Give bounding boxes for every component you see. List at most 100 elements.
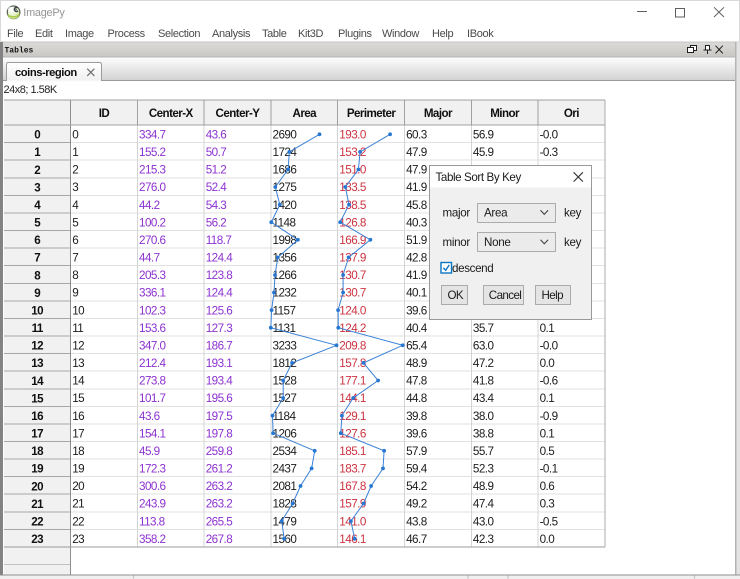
svg-text:59.4: 59.4 <box>406 463 428 476</box>
svg-text:46.7: 46.7 <box>406 533 427 546</box>
svg-text:1184: 1184 <box>273 410 297 423</box>
svg-text:215.3: 215.3 <box>139 164 166 177</box>
svg-text:File: File <box>7 28 24 40</box>
svg-text:9: 9 <box>72 287 78 300</box>
svg-text:51.9: 51.9 <box>406 234 427 247</box>
svg-text:48.9: 48.9 <box>473 480 494 493</box>
svg-text:-0.0: -0.0 <box>540 340 559 353</box>
svg-text:113.8: 113.8 <box>139 515 165 528</box>
svg-text:key: key <box>564 207 582 220</box>
svg-text:1148: 1148 <box>273 216 296 229</box>
svg-text:22: 22 <box>31 515 43 528</box>
svg-text:52.3: 52.3 <box>473 463 494 476</box>
svg-text:43.8: 43.8 <box>406 515 427 528</box>
svg-text:186.7: 186.7 <box>206 340 233 353</box>
svg-text:197.5: 197.5 <box>206 410 234 423</box>
svg-text:60.3: 60.3 <box>406 129 427 142</box>
svg-text:267.8: 267.8 <box>206 533 233 546</box>
svg-text:197.8: 197.8 <box>206 427 233 440</box>
svg-text:Center-Y: Center-Y <box>216 107 261 120</box>
svg-text:OK: OK <box>448 289 464 302</box>
svg-text:1: 1 <box>72 146 78 159</box>
svg-text:17: 17 <box>72 427 84 440</box>
svg-text:56.2: 56.2 <box>206 216 227 229</box>
svg-text:0.6: 0.6 <box>540 480 555 493</box>
svg-text:20: 20 <box>31 480 43 493</box>
svg-text:42.8: 42.8 <box>406 252 427 265</box>
svg-text:47.2: 47.2 <box>473 357 494 370</box>
svg-text:-0.5: -0.5 <box>540 515 559 528</box>
svg-text:ImagePy: ImagePy <box>23 7 65 19</box>
svg-text:15: 15 <box>31 392 44 405</box>
svg-text:43.4: 43.4 <box>473 392 495 405</box>
svg-text:15: 15 <box>72 392 85 405</box>
svg-text:Area: Area <box>293 107 318 120</box>
svg-text:3: 3 <box>34 181 41 194</box>
svg-text:Area: Area <box>484 207 508 220</box>
svg-text:127.3: 127.3 <box>206 322 233 335</box>
svg-text:11: 11 <box>32 322 44 335</box>
svg-text:22: 22 <box>72 515 84 528</box>
svg-text:47.4: 47.4 <box>473 498 495 511</box>
svg-text:185.1: 185.1 <box>339 445 366 458</box>
svg-text:2534: 2534 <box>273 445 298 458</box>
svg-text:263.2: 263.2 <box>206 480 233 493</box>
svg-text:Center-X: Center-X <box>149 107 194 120</box>
svg-text:9: 9 <box>34 287 41 300</box>
svg-text:Ori: Ori <box>564 107 579 120</box>
svg-text:334.7: 334.7 <box>139 129 166 142</box>
svg-text:270.6: 270.6 <box>139 234 166 247</box>
svg-text:193.0: 193.0 <box>339 129 367 142</box>
svg-text:45.8: 45.8 <box>406 199 427 212</box>
svg-text:273.8: 273.8 <box>139 375 166 388</box>
svg-text:key: key <box>564 236 582 249</box>
svg-text:40.1: 40.1 <box>406 287 427 300</box>
svg-text:126.8: 126.8 <box>339 216 366 229</box>
svg-text:18: 18 <box>31 445 44 458</box>
svg-text:13: 13 <box>31 357 44 370</box>
svg-text:Window: Window <box>382 28 419 40</box>
svg-text:Table Sort By Key: Table Sort By Key <box>436 171 522 184</box>
svg-text:49.2: 49.2 <box>406 498 427 511</box>
svg-text:0.0: 0.0 <box>540 533 556 546</box>
svg-text:14: 14 <box>72 375 85 388</box>
svg-text:43.0: 43.0 <box>473 515 495 528</box>
svg-text:19: 19 <box>72 463 84 476</box>
svg-text:1157: 1157 <box>273 304 296 317</box>
svg-text:19: 19 <box>31 463 44 476</box>
svg-text:336.1: 336.1 <box>139 287 166 300</box>
svg-text:123.8: 123.8 <box>206 269 233 282</box>
svg-text:50.7: 50.7 <box>206 146 227 159</box>
svg-text:1232: 1232 <box>273 287 297 300</box>
svg-text:3: 3 <box>72 181 78 194</box>
svg-text:39.8: 39.8 <box>406 410 427 423</box>
svg-text:48.9: 48.9 <box>406 357 427 370</box>
svg-text:300.6: 300.6 <box>139 480 166 493</box>
svg-text:265.5: 265.5 <box>206 515 234 528</box>
svg-text:Edit: Edit <box>35 28 53 40</box>
svg-text:13: 13 <box>72 357 84 370</box>
svg-text:1420: 1420 <box>273 199 298 212</box>
svg-text:124.0: 124.0 <box>339 304 367 317</box>
svg-text:39.6: 39.6 <box>406 427 427 440</box>
svg-text:52.4: 52.4 <box>206 181 228 194</box>
svg-text:Selection: Selection <box>158 28 200 40</box>
svg-text:45.9: 45.9 <box>139 445 160 458</box>
svg-text:8: 8 <box>72 269 78 282</box>
svg-text:118.7: 118.7 <box>206 234 232 247</box>
svg-text:Plugins: Plugins <box>338 28 372 40</box>
svg-text:Tables: Tables <box>5 47 34 56</box>
svg-text:55.7: 55.7 <box>473 445 494 458</box>
svg-text:212.4: 212.4 <box>139 357 167 370</box>
svg-text:54.3: 54.3 <box>206 199 227 212</box>
svg-text:56.9: 56.9 <box>473 129 494 142</box>
svg-text:195.6: 195.6 <box>206 392 233 405</box>
svg-text:38.8: 38.8 <box>473 427 494 440</box>
svg-text:17: 17 <box>31 428 43 441</box>
svg-text:101.7: 101.7 <box>139 392 166 405</box>
svg-text:None: None <box>484 236 511 249</box>
svg-text:descend: descend <box>452 262 493 275</box>
svg-text:Table: Table <box>262 28 287 40</box>
svg-text:7: 7 <box>34 252 40 265</box>
svg-text:177.1: 177.1 <box>339 375 366 388</box>
